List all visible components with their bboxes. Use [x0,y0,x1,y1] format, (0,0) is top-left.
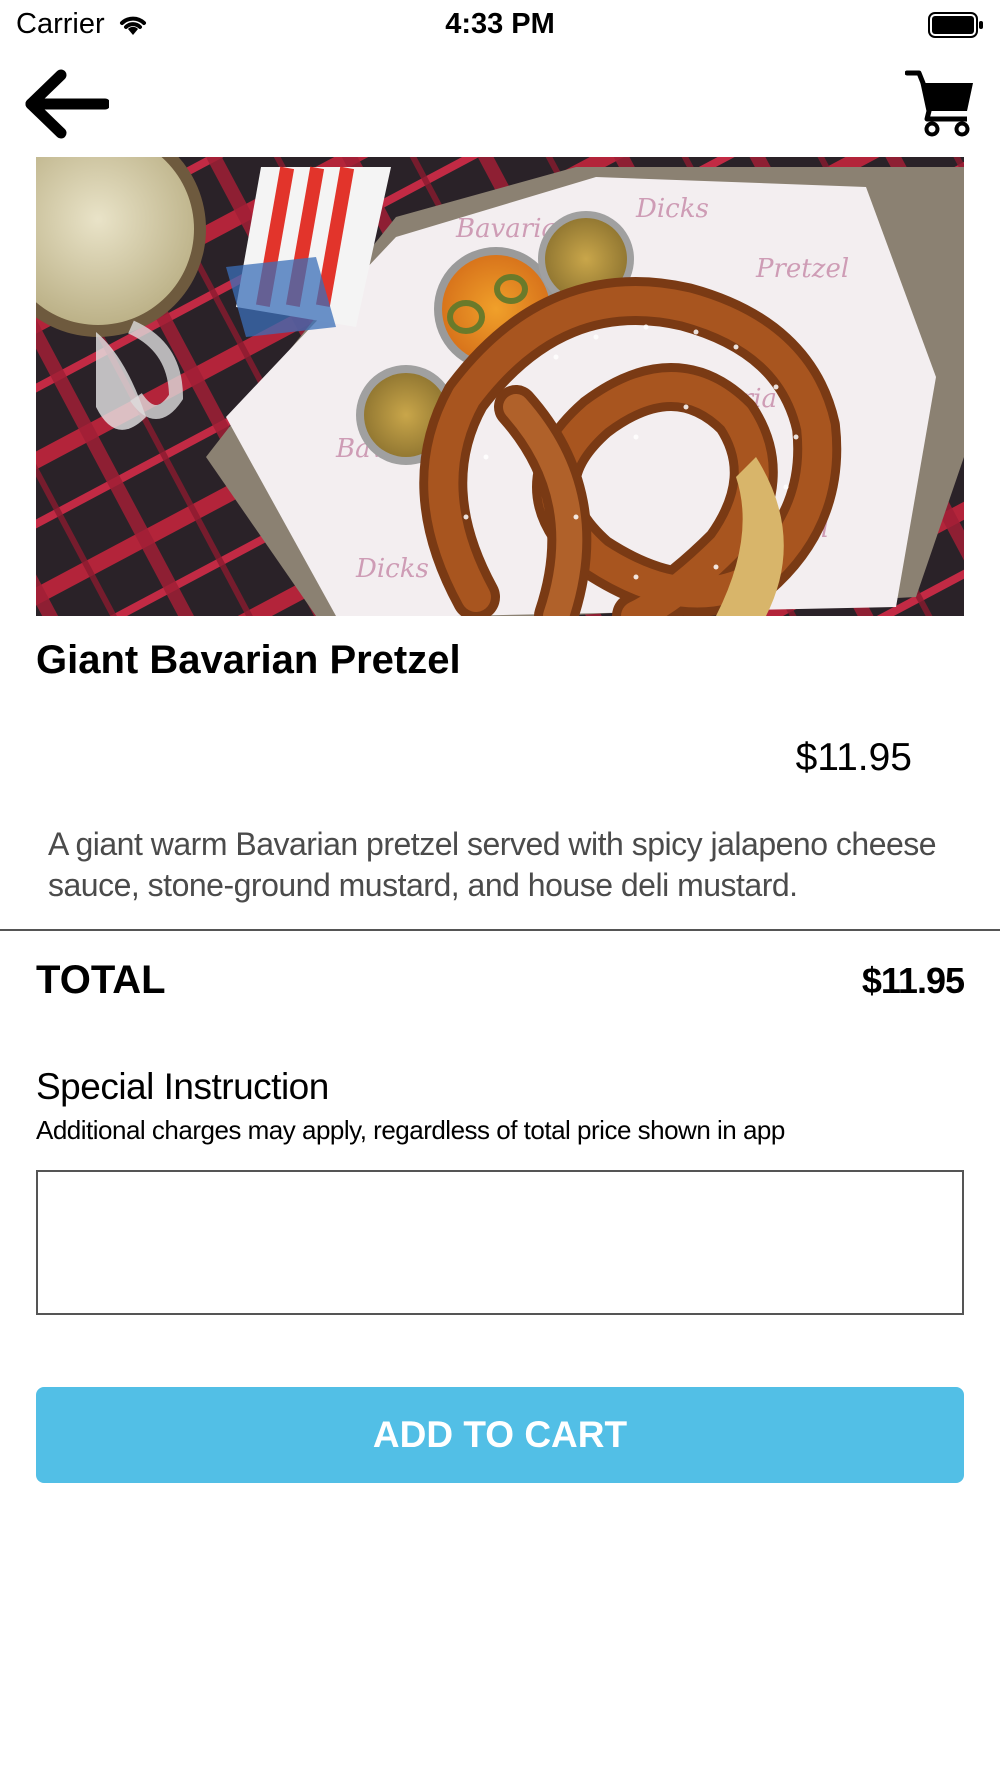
status-bar: Carrier 4:33 PM [0,0,1000,52]
battery-icon [928,12,983,38]
product-description: A giant warm Bavarian pretzel served wit… [48,826,937,903]
arrow-left-icon [25,69,109,139]
special-instruction-title: Special Instruction [36,1066,329,1107]
product-image: Bavaria Dicks Pretzel Bavaria Bavaria Pr… [36,157,964,616]
special-instruction-note: Additional charges may apply, regardless… [36,1115,785,1145]
total-value: $11.95 [861,960,965,1001]
back-button[interactable] [20,64,112,144]
add-to-cart-button[interactable]: ADD TO CART [36,1387,964,1483]
special-instruction-input[interactable] [36,1170,964,1315]
product-price: $11.95 [795,736,912,779]
divider [0,929,1000,931]
svg-text:Dicks: Dicks [355,554,429,584]
cart-button[interactable] [900,62,980,142]
status-time: 4:33 PM [445,8,555,40]
pretzel-photo: Bavaria Dicks Pretzel Bavaria Bavaria Pr… [36,157,964,616]
nav-bar [0,52,1000,156]
svg-text:Pretzel: Pretzel [755,254,849,284]
shopping-cart-icon [905,70,973,137]
svg-text:Dicks: Dicks [635,194,709,224]
product-title: Giant Bavarian Pretzel [36,638,461,682]
total-label: TOTAL [36,958,166,1002]
svg-text:Bavaria: Bavaria [455,214,557,244]
